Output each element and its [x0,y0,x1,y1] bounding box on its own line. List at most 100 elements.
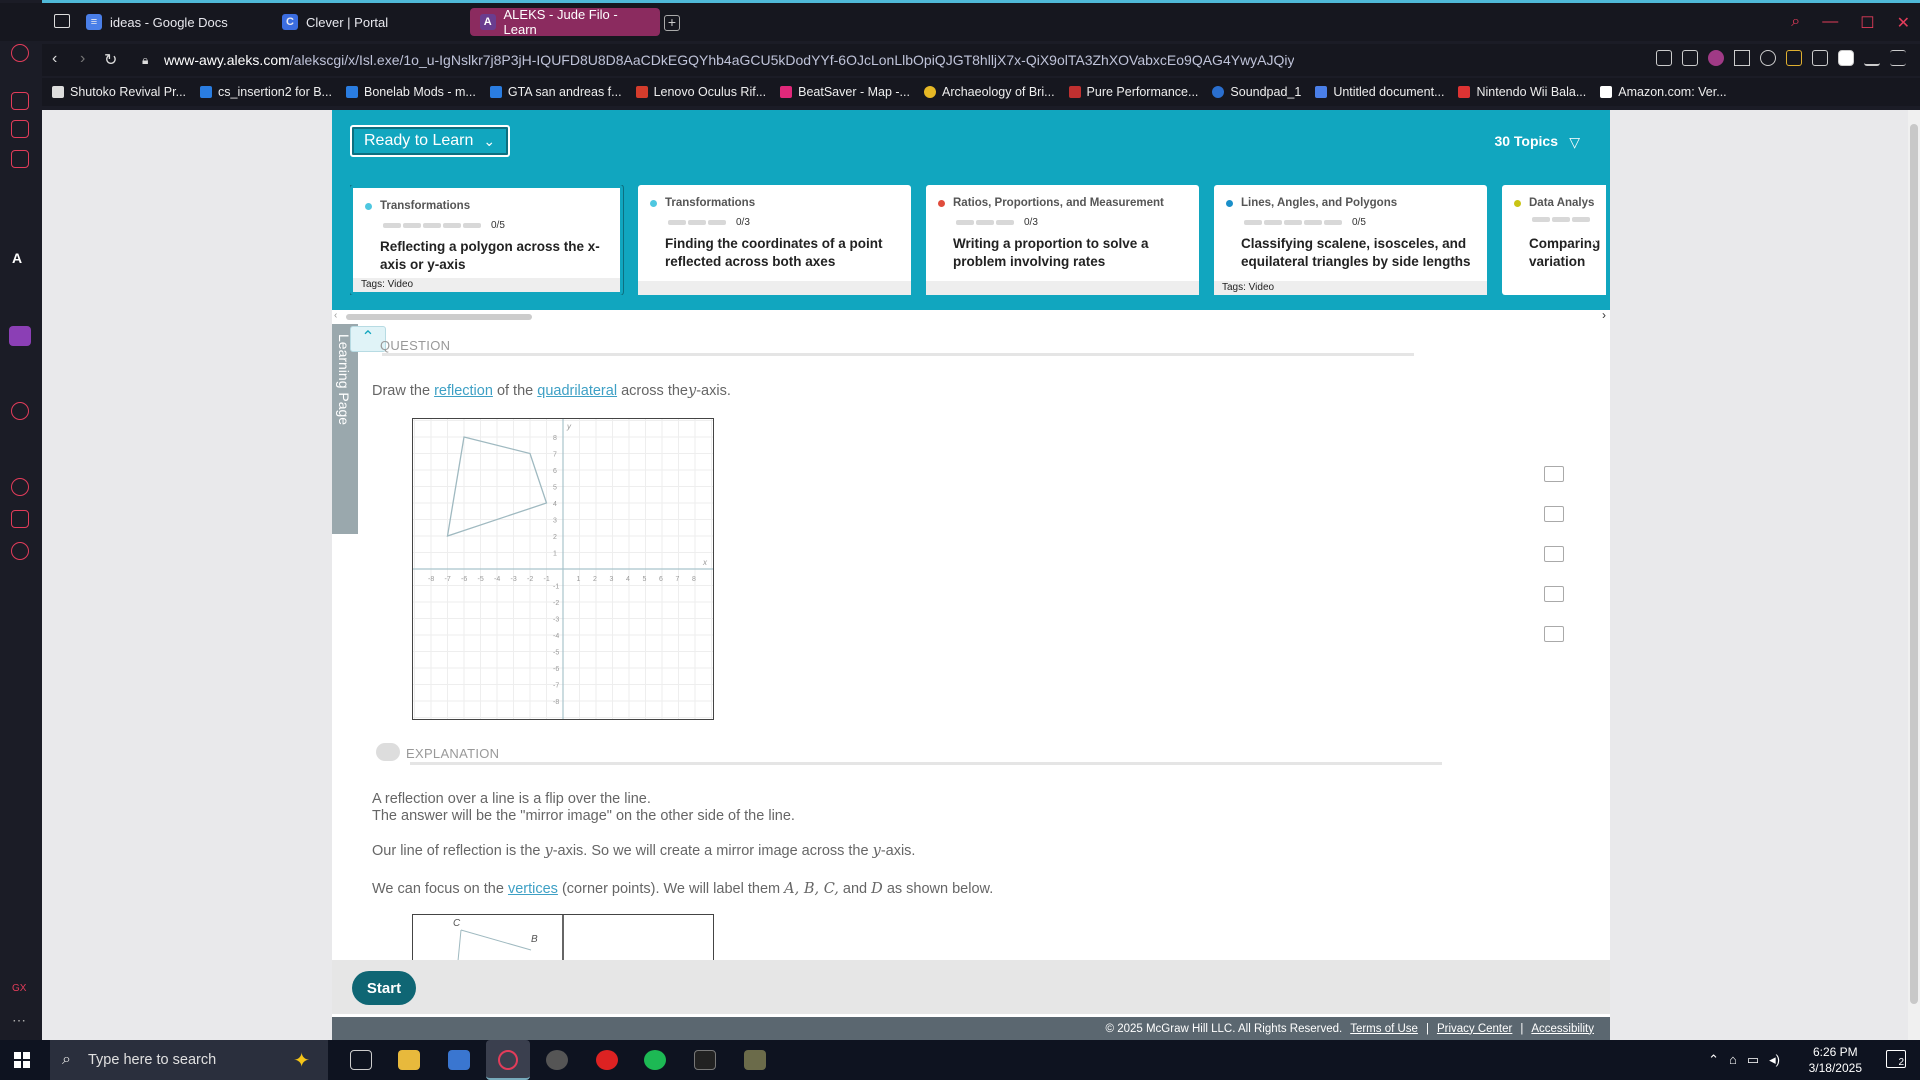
shopping-icon[interactable] [11,92,29,110]
sync-icon[interactable] [11,44,29,62]
volume-icon[interactable]: ◂) [1769,1052,1780,1068]
close-icon[interactable]: ✕ [1897,13,1910,33]
explanation-p3: Our line of reflection is the y-axis. So… [372,843,916,859]
file-explorer-icon[interactable] [398,1050,420,1070]
bookmark[interactable]: Amazon.com: Ver... [1600,85,1727,99]
player-icon[interactable] [11,402,29,420]
history-icon[interactable] [11,478,29,496]
bookmark[interactable]: Untitled document... [1315,85,1444,99]
cards-next-arrow[interactable]: › [1590,230,1597,253]
forward-icon[interactable]: › [80,50,85,68]
app-icon[interactable] [546,1050,568,1070]
bookmark[interactable]: cs_insertion2 for B... [200,85,332,99]
tab-google-docs[interactable]: ≡ ideas - Google Docs [76,8,266,36]
divider [382,353,1414,356]
learning-page-tab[interactable]: Learning Page [332,324,358,534]
url-field[interactable]: www-awy.aleks.com/alekscgi/x/Isl.exe/1o_… [164,52,1294,68]
topic-card[interactable]: Lines, Angles, and Polygons 0/5 Classify… [1214,185,1487,295]
more-icon[interactable]: ⋯ [12,1012,26,1029]
aleks-panel: Ready to Learn ⌄ 30 Topics ▽ Transformat… [332,110,1610,1040]
cards-scrollbar[interactable]: ‹ › [332,308,1610,324]
m-icon[interactable] [11,150,29,168]
print-icon[interactable] [1544,626,1564,642]
bookmark[interactable]: Bonelab Mods - m... [345,85,476,99]
bookmark[interactable]: Soundpad_1 [1212,85,1301,99]
clock[interactable]: 6:26 PM 3/18/2025 [1809,1044,1862,1076]
send-icon[interactable] [1734,50,1750,66]
spotify-icon[interactable] [644,1050,666,1070]
chevron-up-icon[interactable]: ⌃ [1708,1052,1719,1068]
dictionary-icon[interactable] [1544,546,1564,562]
coordinate-graph[interactable]: -8 -7 -6 -5 -4 -3 -2 -1 1 2 3 4 5 6 7 8 8 7 6 5 4 3 2 1 -1 -2 -3 -4… [412,418,714,720]
terms-link[interactable]: Terms of Use [1350,1023,1418,1035]
network-icon[interactable]: ⌂ [1729,1052,1737,1068]
opera-taskbar-icon[interactable] [486,1040,530,1080]
bookmark[interactable]: GTA san andreas f... [489,85,622,99]
heart-icon[interactable] [1760,50,1776,66]
vertices-link[interactable]: vertices [508,881,558,897]
cube-icon[interactable] [11,510,29,528]
tab-label: ideas - Google Docs [110,14,228,30]
twitch-icon[interactable] [9,326,31,346]
graph-svg[interactable]: -8 -7 -6 -5 -4 -3 -2 -1 1 2 3 4 5 6 7 8 8 7 6 5 4 3 2 1 -1 -2 -3 -4… [413,419,713,719]
page-scrollbar[interactable] [1908,110,1920,1040]
topic-card[interactable]: Transformations 0/5 Reflecting a polygon… [350,185,623,295]
tab-clever[interactable]: C Clever | Portal [272,8,462,36]
task-view-icon[interactable] [350,1050,372,1070]
x-tick-label: 4 [626,576,630,583]
box-icon[interactable] [1812,50,1828,66]
notification-icon[interactable]: 2 [1886,1050,1906,1068]
mail-icon[interactable] [1544,586,1564,602]
filter-icon[interactable]: ▽ [1569,134,1580,151]
call-of-duty-icon[interactable] [694,1050,716,1070]
game-icon[interactable] [744,1050,766,1070]
minimize-icon[interactable]: — [1822,13,1838,33]
x-tick-label: 8 [692,576,696,583]
bookmark[interactable]: Lenovo Oculus Rif... [635,85,766,99]
taskbar-search[interactable]: ⌕ Type here to search ✦ [50,1040,328,1080]
camera-icon[interactable] [1682,50,1698,66]
privacy-link[interactable]: Privacy Center [1437,1023,1512,1035]
reflection-link[interactable]: reflection [434,383,493,399]
start-button[interactable]: Start [352,971,416,1005]
explanation-heading: EXPLANATION [406,746,500,761]
x-tick-label: -8 [428,576,434,583]
x-tick-label: -5 [478,576,484,583]
topic-card[interactable]: Ratios, Proportions, and Measurement 0/3… [926,185,1199,295]
download-icon[interactable] [1864,50,1880,66]
vertex-b-label: B [531,934,538,945]
tab-aleks[interactable]: A ALEKS - Jude Filo - Learn [470,7,660,37]
youtube-icon[interactable] [596,1050,618,1070]
ready-to-learn-dropdown[interactable]: Ready to Learn ⌄ [350,125,510,157]
new-tab-button[interactable]: + [664,15,680,31]
wallet-icon[interactable] [11,120,29,138]
bookmark[interactable]: Shutoko Revival Pr... [52,85,186,99]
gx-label[interactable]: GX [12,983,26,994]
display-icon[interactable]: ▭ [1747,1052,1759,1068]
tab-manager-icon[interactable] [54,14,70,28]
search-tabs-icon[interactable]: ⌕ [1791,13,1800,33]
profile-icon[interactable] [1838,50,1854,66]
menu-icon[interactable] [1890,50,1906,66]
extension-icon[interactable] [1786,50,1802,66]
vpn-icon[interactable] [1708,50,1724,66]
aria-icon[interactable]: A [12,250,22,266]
maximize-icon[interactable]: ☐ [1860,13,1874,33]
bookmark[interactable]: BeatSaver - Map -... [780,85,910,99]
back-icon[interactable]: ‹ [52,50,57,68]
windows-start-icon[interactable] [14,1052,30,1068]
settings-icon[interactable] [11,542,29,560]
bookmark[interactable]: Pure Performance... [1068,85,1198,99]
reload-icon[interactable]: ↻ [104,50,117,70]
edit-icon[interactable] [1656,50,1672,66]
calculator-icon[interactable] [1544,466,1564,482]
quadrilateral-link[interactable]: quadrilateral [537,383,617,399]
topic-card[interactable]: Transformations 0/3 Finding the coordina… [638,185,911,295]
bookmark[interactable]: Nintendo Wii Bala... [1458,85,1586,99]
accessibility-link[interactable]: Accessibility [1531,1023,1594,1035]
store-icon[interactable] [448,1050,470,1070]
nintendo-icon [1458,86,1471,98]
video-icon[interactable] [1544,506,1564,522]
bookmark[interactable]: Archaeology of Bri... [923,85,1055,99]
x-tick-label: -1 [544,576,550,583]
